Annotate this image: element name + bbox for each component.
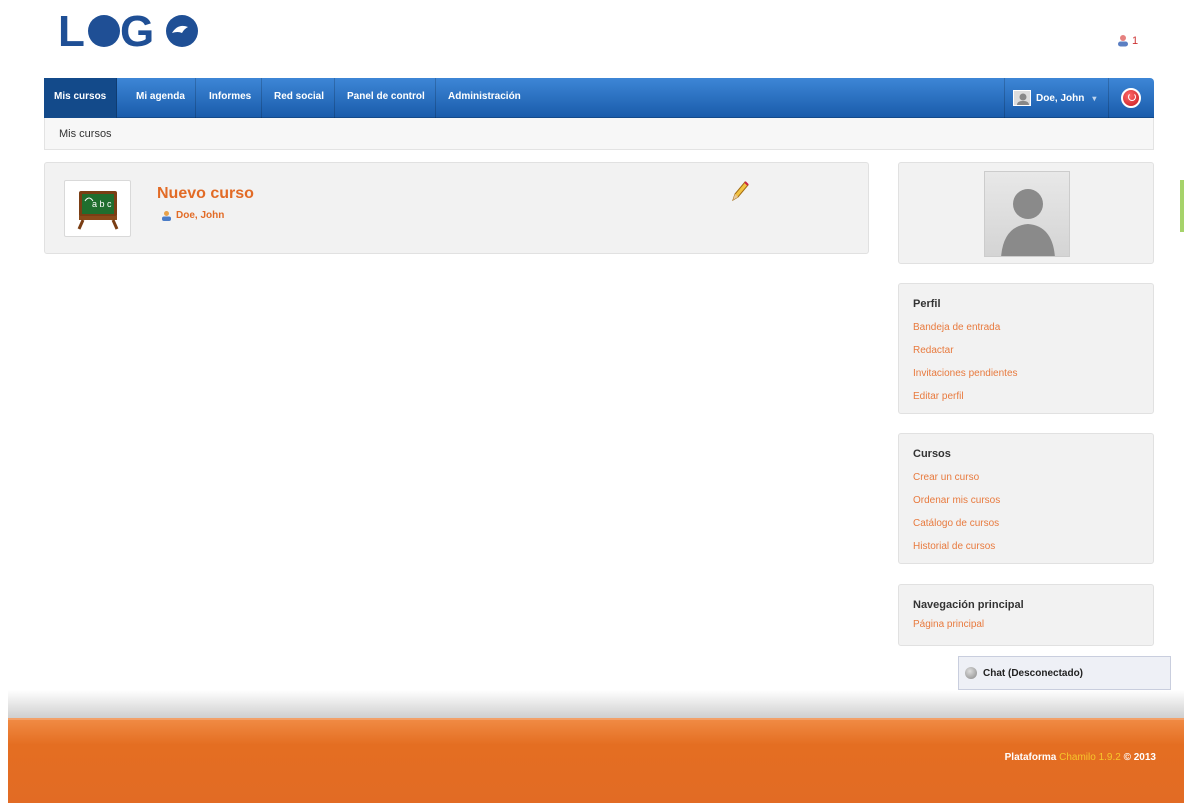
nav-tab-informes[interactable]: Informes bbox=[199, 78, 263, 118]
courses-menu: Cursos Crear un curso Ordenar mis cursos… bbox=[898, 433, 1154, 564]
offline-status-icon bbox=[965, 667, 977, 679]
avatar[interactable] bbox=[984, 171, 1070, 257]
breadcrumb: Mis cursos bbox=[44, 118, 1154, 150]
profile-menu: Perfil Bandeja de entrada Redactar Invit… bbox=[898, 283, 1154, 414]
footer-credits: Plataforma Chamilo 1.9.2 © 2013 bbox=[1005, 752, 1156, 763]
course-title[interactable]: Nuevo curso bbox=[157, 185, 254, 203]
avatar-icon bbox=[1013, 90, 1031, 106]
logo-text: L bbox=[58, 7, 84, 52]
link-pending-invitations[interactable]: Invitaciones pendientes bbox=[913, 362, 1139, 385]
svg-text:G: G bbox=[120, 7, 152, 52]
notification-count: 1 bbox=[1132, 34, 1139, 47]
user-menu[interactable]: Doe, John ▾ bbox=[1004, 78, 1109, 118]
link-home-page[interactable]: Página principal bbox=[913, 617, 1139, 633]
avatar-placeholder-icon bbox=[1001, 189, 1055, 256]
course-thumbnail[interactable]: a b c bbox=[64, 180, 131, 237]
chat-label: Chat (Desconectado) bbox=[983, 667, 1084, 679]
link-course-catalog[interactable]: Catálogo de cursos bbox=[913, 512, 1139, 535]
user-icon bbox=[1118, 35, 1128, 47]
course-teacher-name: Doe, John bbox=[176, 210, 225, 221]
course-card: a b c Nuevo curso Doe, John bbox=[44, 162, 869, 254]
footer-divider bbox=[8, 690, 1184, 718]
link-create-course[interactable]: Crear un curso bbox=[913, 466, 1139, 489]
logo[interactable]: L G bbox=[58, 6, 208, 52]
link-sort-courses[interactable]: Ordenar mis cursos bbox=[913, 489, 1139, 512]
page: L G 1 Mis cursos Mi agenda Informes Red … bbox=[0, 0, 1184, 803]
nav-tab-mis-cursos[interactable]: Mis cursos bbox=[44, 78, 118, 118]
profile-menu-title: Perfil bbox=[913, 298, 941, 310]
link-inbox[interactable]: Bandeja de entrada bbox=[913, 316, 1139, 339]
footer-brand-link[interactable]: Chamilo 1.9.2 bbox=[1059, 752, 1121, 763]
user-name: Doe, John bbox=[1036, 92, 1085, 104]
main-navigation-menu: Navegación principal Página principal bbox=[898, 584, 1154, 646]
course-teacher[interactable]: Doe, John bbox=[161, 210, 224, 221]
link-course-history[interactable]: Historial de cursos bbox=[913, 535, 1139, 558]
nav-tab-red-social[interactable]: Red social bbox=[264, 78, 336, 118]
breadcrumb-current[interactable]: Mis cursos bbox=[59, 128, 112, 140]
footer: Plataforma Chamilo 1.9.2 © 2013 bbox=[8, 718, 1184, 803]
link-compose[interactable]: Redactar bbox=[913, 339, 1139, 362]
nav-tab-panel-de-control[interactable]: Panel de control bbox=[337, 78, 436, 118]
power-icon[interactable] bbox=[1121, 88, 1141, 108]
pencil-icon[interactable] bbox=[729, 179, 751, 203]
footer-copyright: © 2013 bbox=[1123, 752, 1156, 763]
profile-picture-box bbox=[898, 162, 1154, 264]
blackboard-icon: a b c bbox=[77, 191, 119, 230]
chevron-down-icon: ▾ bbox=[1092, 93, 1097, 103]
notifications[interactable]: 1 bbox=[1117, 34, 1138, 47]
teacher-icon bbox=[162, 211, 171, 221]
side-tab[interactable] bbox=[1180, 180, 1184, 232]
svg-text:a b c: a b c bbox=[92, 199, 112, 209]
link-edit-profile[interactable]: Editar perfil bbox=[913, 385, 1139, 408]
main-navigation-title: Navegación principal bbox=[913, 599, 1024, 611]
nav-tab-administracion[interactable]: Administración bbox=[438, 78, 531, 118]
courses-menu-title: Cursos bbox=[913, 448, 951, 460]
footer-prefix: Plataforma bbox=[1004, 752, 1057, 763]
nav-tab-mi-agenda[interactable]: Mi agenda bbox=[126, 78, 196, 118]
chat-widget[interactable]: Chat (Desconectado) bbox=[958, 656, 1171, 690]
main-navbar: Mis cursos Mi agenda Informes Red social… bbox=[44, 78, 1154, 118]
